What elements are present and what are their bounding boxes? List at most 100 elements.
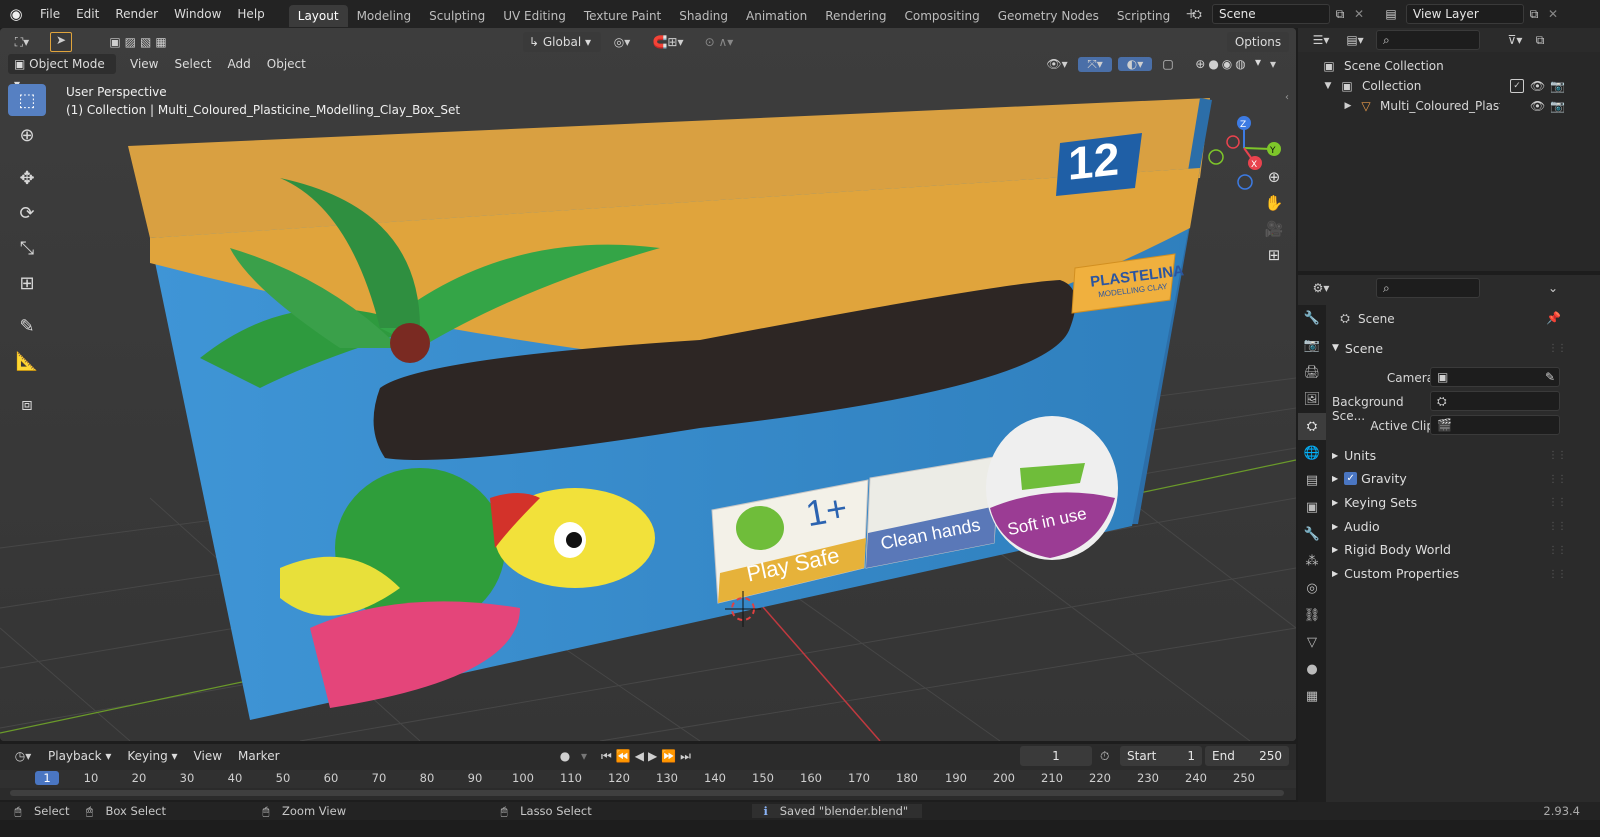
subpanel-units[interactable]: ▶ Units [1332, 444, 1376, 466]
outliner-editor-icon[interactable]: ☰▾ [1304, 33, 1338, 47]
options-dropdown[interactable]: Options ▾ [1227, 32, 1289, 69]
record-icon[interactable]: ● [556, 749, 574, 763]
viewport-menu-add[interactable]: Add [220, 54, 259, 74]
sidebar-toggle-icon[interactable]: ‹ [1285, 92, 1289, 103]
shading-mode-icons[interactable]: ⊕●◉◍ [1184, 57, 1260, 71]
pan-hand-icon[interactable]: ✋ [1261, 194, 1287, 212]
subpanel-audio[interactable]: ▶ Audio [1332, 515, 1380, 537]
constraints-tab-icon[interactable]: ⛓ [1298, 602, 1326, 629]
camera-field[interactable]: ▣ ✎ [1430, 367, 1560, 387]
tab-modeling[interactable]: Modeling [348, 5, 421, 27]
scale-tool[interactable]: ⤡ [8, 232, 46, 264]
tab-texture-paint[interactable]: Texture Paint [575, 5, 670, 27]
active-clip-field[interactable]: 🎬 [1430, 415, 1560, 435]
rotate-tool[interactable]: ⟳ [8, 197, 46, 229]
view-layer-icon[interactable]: ▤ [1376, 7, 1406, 21]
physics-tab-icon[interactable]: ◎ [1298, 575, 1326, 602]
eye-icon[interactable]: 👁 [1530, 79, 1545, 93]
expand-arrow-icon[interactable]: ▼ [1322, 81, 1334, 91]
tab-layout[interactable]: Layout [288, 4, 348, 27]
pivot-point-icon[interactable]: ◎▾ [607, 35, 637, 49]
overlay-toggle-icon[interactable]: ◐▾ [1118, 57, 1152, 71]
tab-compositing[interactable]: Compositing [895, 5, 988, 27]
tab-geometry-nodes[interactable]: Geometry Nodes [989, 5, 1108, 27]
snap-icon[interactable]: 🧲⊞▾ [645, 35, 691, 49]
3d-viewport[interactable]: Z Y X 12 PLASTELINA MODELLING CLAY 1+ Pl… [0, 28, 1296, 741]
modifier-tab-icon[interactable]: 🔧 [1298, 521, 1326, 548]
properties-editor-icon[interactable]: ⚙▾ [1304, 281, 1338, 295]
zoom-icon[interactable]: ⊕ [1261, 168, 1287, 186]
ortho-grid-icon[interactable]: ⊞ [1261, 246, 1287, 264]
cursor-tool[interactable]: ⊕ [8, 119, 46, 151]
transform-orientation-dropdown[interactable]: ↳ Global ▾ [523, 32, 601, 52]
camera-view-icon[interactable]: 🎥 [1261, 220, 1287, 238]
gravity-checkbox[interactable]: ✓ [1344, 472, 1358, 486]
outliner-row-object[interactable]: ▶ ▽ Multi_Coloured_Plasticine 👁 📷 [1298, 96, 1600, 116]
subpanel-keying-sets[interactable]: ▶ Keying Sets [1332, 491, 1417, 513]
material-tab-icon[interactable]: ● [1298, 656, 1326, 683]
annotate-tool[interactable]: ✎ [8, 310, 46, 342]
delete-view-layer-icon[interactable]: ✕ [1544, 7, 1562, 21]
exclude-checkbox[interactable]: ✓ [1510, 79, 1524, 93]
gizmo-toggle-icon[interactable]: ⤧▾ [1078, 56, 1112, 72]
xray-icon[interactable]: ▢ [1158, 57, 1178, 71]
pin-icon[interactable]: 📌 [1546, 311, 1561, 325]
mode-dropdown[interactable]: ▣ Object Mode ▾ [8, 54, 116, 91]
scene-panel-header[interactable]: ▼ Scene [1332, 337, 1383, 359]
output-tab-icon[interactable]: 🖨 [1298, 359, 1326, 386]
menu-window[interactable]: Window [166, 0, 229, 28]
proportional-edit-icon[interactable]: ⊙ ∧▾ [699, 35, 739, 49]
texture-tab-icon[interactable]: ▦ [1298, 683, 1326, 710]
background-scene-field[interactable]: ⛭ [1430, 391, 1560, 411]
timeline-editor-icon[interactable]: ◷▾ [6, 749, 40, 763]
start-frame-field[interactable]: Start 1 [1120, 746, 1202, 766]
properties-search-input[interactable]: ⌕ [1376, 278, 1480, 298]
tab-rendering[interactable]: Rendering [816, 5, 895, 27]
transform-tool[interactable]: ⊞ [8, 267, 46, 299]
visibility-icon[interactable]: 👁▾ [1042, 57, 1072, 71]
render-camera-icon[interactable]: 📷 [1550, 99, 1565, 113]
add-cube-tool[interactable]: ⧈ [8, 388, 46, 420]
menu-file[interactable]: File [32, 0, 68, 28]
timeline-menu-playback[interactable]: Playback ▾ [40, 744, 119, 768]
eyedropper-icon[interactable]: ✎ [1545, 368, 1555, 386]
shading-options-icon[interactable]: ▾ [1266, 57, 1280, 71]
object-tab-icon[interactable]: ▣ [1298, 494, 1326, 521]
move-tool[interactable]: ✥ [8, 162, 46, 194]
timeline-scrollbar[interactable] [10, 790, 1284, 796]
particles-tab-icon[interactable]: ⁂ [1298, 548, 1326, 575]
editor-type-icon[interactable]: ⛶▾ [4, 35, 40, 50]
menu-render[interactable]: Render [107, 0, 166, 28]
scene-name-field[interactable]: Scene [1212, 4, 1330, 24]
menu-edit[interactable]: Edit [68, 0, 107, 28]
display-mode-icon[interactable]: ▤▾ [1338, 33, 1372, 47]
active-tool-icon[interactable]: ➤ [50, 32, 72, 52]
viewport-menu-select[interactable]: Select [166, 54, 219, 74]
data-tab-icon[interactable]: ▽ [1298, 629, 1326, 656]
tab-shading[interactable]: Shading [670, 5, 737, 27]
tab-animation[interactable]: Animation [737, 5, 816, 27]
clock-icon[interactable]: ⏱ [1100, 749, 1109, 764]
keying-dropdown-icon[interactable]: ▾ [578, 749, 590, 763]
collection-tab-icon[interactable]: ▤ [1298, 467, 1326, 494]
outliner-row-collection[interactable]: ▼ ▣ Collection ✓ 👁 📷 [1298, 76, 1600, 96]
selection-mode-icons[interactable]: ▣▨▧▦ [94, 35, 186, 49]
collapse-icon[interactable]: ⌄ [1548, 281, 1558, 295]
viewport-menu-view[interactable]: View [122, 54, 166, 74]
view-layer-tab-icon[interactable]: 🖼 [1298, 386, 1326, 413]
current-frame-field[interactable]: 1 [1020, 746, 1092, 766]
select-box-tool[interactable]: ⬚ [8, 84, 46, 116]
blender-logo-icon[interactable]: ◉ [0, 5, 32, 23]
world-tab-icon[interactable]: 🌐 [1298, 440, 1326, 467]
tab-uv-editing[interactable]: UV Editing [494, 5, 575, 27]
playback-controls-icons[interactable]: ⏮⏪◀▶⏩⏭ [594, 749, 702, 764]
tab-sculpting[interactable]: Sculpting [420, 5, 494, 27]
outliner-row-scene-collection[interactable]: ▣ Scene Collection [1298, 56, 1600, 76]
filter-icon[interactable]: ⊽▾ [1500, 33, 1530, 47]
timeline-menu-keying[interactable]: Keying ▾ [119, 744, 185, 768]
outliner-search-input[interactable]: ⌕ [1376, 30, 1480, 50]
scene-tab-icon[interactable]: ⛭ [1298, 413, 1326, 440]
subpanel-gravity[interactable]: ▶ ✓ Gravity [1332, 468, 1407, 490]
new-scene-icon[interactable]: ⧉ [1330, 7, 1350, 22]
delete-scene-icon[interactable]: ✕ [1350, 7, 1368, 21]
